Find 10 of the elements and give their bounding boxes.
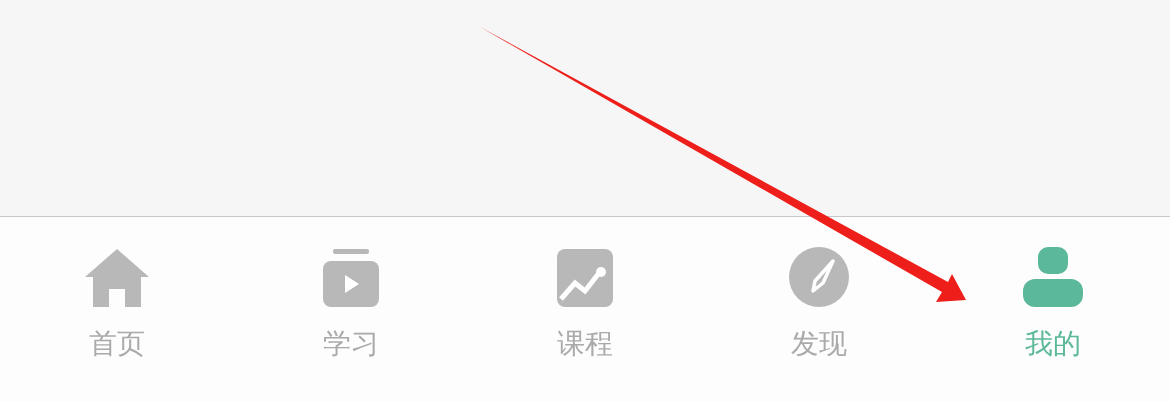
- chart-icon: [557, 249, 613, 307]
- person-icon: [1023, 247, 1083, 307]
- tab[interactable]: 发现: [702, 217, 936, 402]
- tab[interactable]: 首页: [0, 217, 234, 402]
- play-icon: [323, 249, 379, 307]
- home-icon: [85, 249, 149, 307]
- tab[interactable]: 学习: [234, 217, 468, 402]
- tab[interactable]: 我的: [936, 217, 1170, 402]
- compass-icon: [789, 247, 849, 307]
- tab[interactable]: 课程: [468, 217, 702, 402]
